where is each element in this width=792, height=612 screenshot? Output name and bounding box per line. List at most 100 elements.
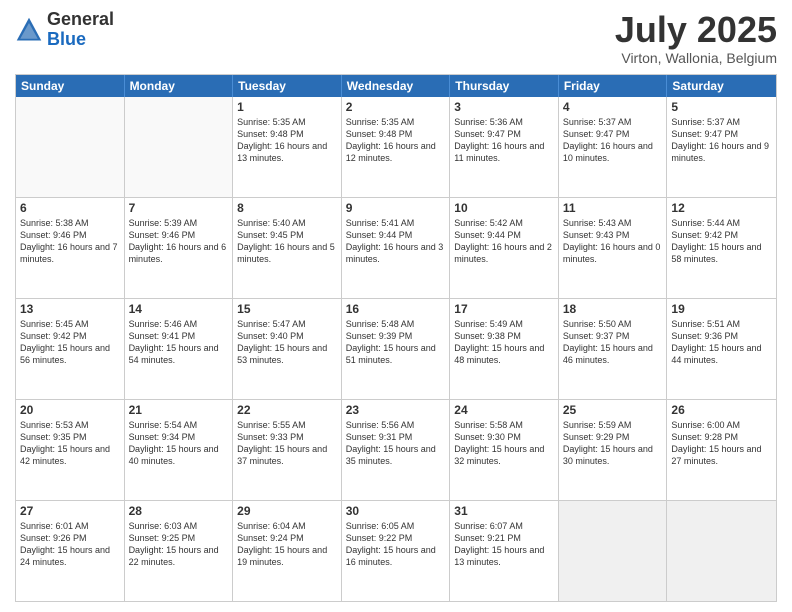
day-number: 18 (563, 302, 663, 316)
day-info: Sunrise: 5:40 AMSunset: 9:45 PMDaylight:… (237, 217, 337, 266)
day-number: 4 (563, 100, 663, 114)
day-info: Sunrise: 5:37 AMSunset: 9:47 PMDaylight:… (563, 116, 663, 165)
calendar-row-4: 20 Sunrise: 5:53 AMSunset: 9:35 PMDayligh… (16, 399, 776, 500)
cal-cell: 19Sunrise: 5:51 AMSunset: 9:36 PMDayligh… (667, 299, 776, 399)
day-number: 31 (454, 504, 554, 518)
day-info: Sunrise: 6:00 AMSunset: 9:28 PMDaylight:… (671, 419, 772, 468)
day-number: 2 (346, 100, 446, 114)
cal-cell: 2 Sunrise: 5:35 AMSunset: 9:48 PMDaylight… (342, 97, 451, 197)
cal-cell: 18Sunrise: 5:50 AMSunset: 9:37 PMDayligh… (559, 299, 668, 399)
cal-cell: 27 Sunrise: 6:01 AMSunset: 9:26 PMDayligh… (16, 501, 125, 601)
day-info: Sunrise: 6:03 AMSunset: 9:25 PMDaylight:… (129, 520, 229, 569)
logo-blue: Blue (47, 29, 86, 49)
day-number: 16 (346, 302, 446, 316)
day-info: Sunrise: 5:38 AMSunset: 9:46 PMDaylight:… (20, 217, 120, 266)
day-info: Sunrise: 5:35 AMSunset: 9:48 PMDaylight:… (237, 116, 337, 165)
logo-general: General (47, 9, 114, 29)
logo: General Blue (15, 10, 114, 50)
cal-cell: 4 Sunrise: 5:37 AMSunset: 9:47 PMDaylight… (559, 97, 668, 197)
cal-cell: 16 Sunrise: 5:48 AMSunset: 9:39 PMDayligh… (342, 299, 451, 399)
day-number: 9 (346, 201, 446, 215)
cal-cell: 29Sunrise: 6:04 AMSunset: 9:24 PMDayligh… (233, 501, 342, 601)
day-number: 21 (129, 403, 229, 417)
day-info: Sunrise: 5:39 AMSunset: 9:46 PMDaylight:… (129, 217, 229, 266)
cal-cell: 12Sunrise: 5:44 AMSunset: 9:42 PMDayligh… (667, 198, 776, 298)
day-number: 5 (671, 100, 772, 114)
day-number: 6 (20, 201, 120, 215)
day-number: 20 (20, 403, 120, 417)
day-info: Sunrise: 5:44 AMSunset: 9:42 PMDaylight:… (671, 217, 772, 266)
day-number: 22 (237, 403, 337, 417)
cal-cell: 8 Sunrise: 5:40 AMSunset: 9:45 PMDaylight… (233, 198, 342, 298)
title-block: July 2025 Virton, Wallonia, Belgium (615, 10, 777, 66)
header-day-tuesday: Tuesday (233, 75, 342, 97)
calendar-header: SundayMondayTuesdayWednesdayThursdayFrid… (16, 75, 776, 97)
logo-text: General Blue (47, 10, 114, 50)
day-info: Sunrise: 5:54 AMSunset: 9:34 PMDaylight:… (129, 419, 229, 468)
cal-cell (16, 97, 125, 197)
cal-cell: 1 Sunrise: 5:35 AMSunset: 9:48 PMDaylight… (233, 97, 342, 197)
day-number: 8 (237, 201, 337, 215)
day-number: 30 (346, 504, 446, 518)
cal-cell: 13Sunrise: 5:45 AMSunset: 9:42 PMDayligh… (16, 299, 125, 399)
cal-cell: 10 Sunrise: 5:42 AMSunset: 9:44 PMDayligh… (450, 198, 559, 298)
header: General Blue July 2025 Virton, Wallonia,… (15, 10, 777, 66)
day-number: 15 (237, 302, 337, 316)
day-info: Sunrise: 5:59 AMSunset: 9:29 PMDaylight:… (563, 419, 663, 468)
cal-cell: 3 Sunrise: 5:36 AMSunset: 9:47 PMDaylight… (450, 97, 559, 197)
cal-cell: 25 Sunrise: 5:59 AMSunset: 9:29 PMDayligh… (559, 400, 668, 500)
calendar-body: 1 Sunrise: 5:35 AMSunset: 9:48 PMDaylight… (16, 97, 776, 601)
day-info: Sunrise: 5:47 AMSunset: 9:40 PMDaylight:… (237, 318, 337, 367)
calendar-row-2: 6 Sunrise: 5:38 AMSunset: 9:46 PMDaylight… (16, 197, 776, 298)
header-day-saturday: Saturday (667, 75, 776, 97)
header-day-wednesday: Wednesday (342, 75, 451, 97)
day-info: Sunrise: 6:07 AMSunset: 9:21 PMDaylight:… (454, 520, 554, 569)
cal-cell (125, 97, 234, 197)
day-number: 19 (671, 302, 772, 316)
cal-cell: 28Sunrise: 6:03 AMSunset: 9:25 PMDayligh… (125, 501, 234, 601)
day-number: 29 (237, 504, 337, 518)
day-info: Sunrise: 5:36 AMSunset: 9:47 PMDaylight:… (454, 116, 554, 165)
day-number: 7 (129, 201, 229, 215)
day-number: 25 (563, 403, 663, 417)
header-day-friday: Friday (559, 75, 668, 97)
cal-cell: 24 Sunrise: 5:58 AMSunset: 9:30 PMDayligh… (450, 400, 559, 500)
cal-cell: 20 Sunrise: 5:53 AMSunset: 9:35 PMDayligh… (16, 400, 125, 500)
day-info: Sunrise: 5:58 AMSunset: 9:30 PMDaylight:… (454, 419, 554, 468)
day-info: Sunrise: 5:49 AMSunset: 9:38 PMDaylight:… (454, 318, 554, 367)
day-number: 1 (237, 100, 337, 114)
cal-cell: 31 Sunrise: 6:07 AMSunset: 9:21 PMDayligh… (450, 501, 559, 601)
day-info: Sunrise: 6:05 AMSunset: 9:22 PMDaylight:… (346, 520, 446, 569)
day-info: Sunrise: 5:48 AMSunset: 9:39 PMDaylight:… (346, 318, 446, 367)
cal-cell: 5Sunrise: 5:37 AMSunset: 9:47 PMDaylight… (667, 97, 776, 197)
day-number: 27 (20, 504, 120, 518)
day-number: 23 (346, 403, 446, 417)
day-info: Sunrise: 5:42 AMSunset: 9:44 PMDaylight:… (454, 217, 554, 266)
calendar-row-5: 27 Sunrise: 6:01 AMSunset: 9:26 PMDayligh… (16, 500, 776, 601)
day-info: Sunrise: 5:53 AMSunset: 9:35 PMDaylight:… (20, 419, 120, 468)
day-info: Sunrise: 5:35 AMSunset: 9:48 PMDaylight:… (346, 116, 446, 165)
day-info: Sunrise: 5:46 AMSunset: 9:41 PMDaylight:… (129, 318, 229, 367)
cal-cell: 6 Sunrise: 5:38 AMSunset: 9:46 PMDaylight… (16, 198, 125, 298)
cal-cell: 22Sunrise: 5:55 AMSunset: 9:33 PMDayligh… (233, 400, 342, 500)
cal-cell: 9Sunrise: 5:41 AMSunset: 9:44 PMDaylight… (342, 198, 451, 298)
day-number: 24 (454, 403, 554, 417)
cal-cell: 15 Sunrise: 5:47 AMSunset: 9:40 PMDayligh… (233, 299, 342, 399)
day-number: 26 (671, 403, 772, 417)
cal-cell: 7 Sunrise: 5:39 AMSunset: 9:46 PMDaylight… (125, 198, 234, 298)
day-number: 11 (563, 201, 663, 215)
header-day-thursday: Thursday (450, 75, 559, 97)
calendar-row-1: 1 Sunrise: 5:35 AMSunset: 9:48 PMDaylight… (16, 97, 776, 197)
header-day-sunday: Sunday (16, 75, 125, 97)
cal-cell: 23Sunrise: 5:56 AMSunset: 9:31 PMDayligh… (342, 400, 451, 500)
day-number: 10 (454, 201, 554, 215)
day-number: 17 (454, 302, 554, 316)
day-info: Sunrise: 6:01 AMSunset: 9:26 PMDaylight:… (20, 520, 120, 569)
calendar-row-3: 13Sunrise: 5:45 AMSunset: 9:42 PMDayligh… (16, 298, 776, 399)
cal-cell: 26 Sunrise: 6:00 AMSunset: 9:28 PMDayligh… (667, 400, 776, 500)
cal-cell: 21 Sunrise: 5:54 AMSunset: 9:34 PMDayligh… (125, 400, 234, 500)
logo-icon (15, 16, 43, 44)
day-number: 13 (20, 302, 120, 316)
cal-cell: 17 Sunrise: 5:49 AMSunset: 9:38 PMDayligh… (450, 299, 559, 399)
day-number: 3 (454, 100, 554, 114)
